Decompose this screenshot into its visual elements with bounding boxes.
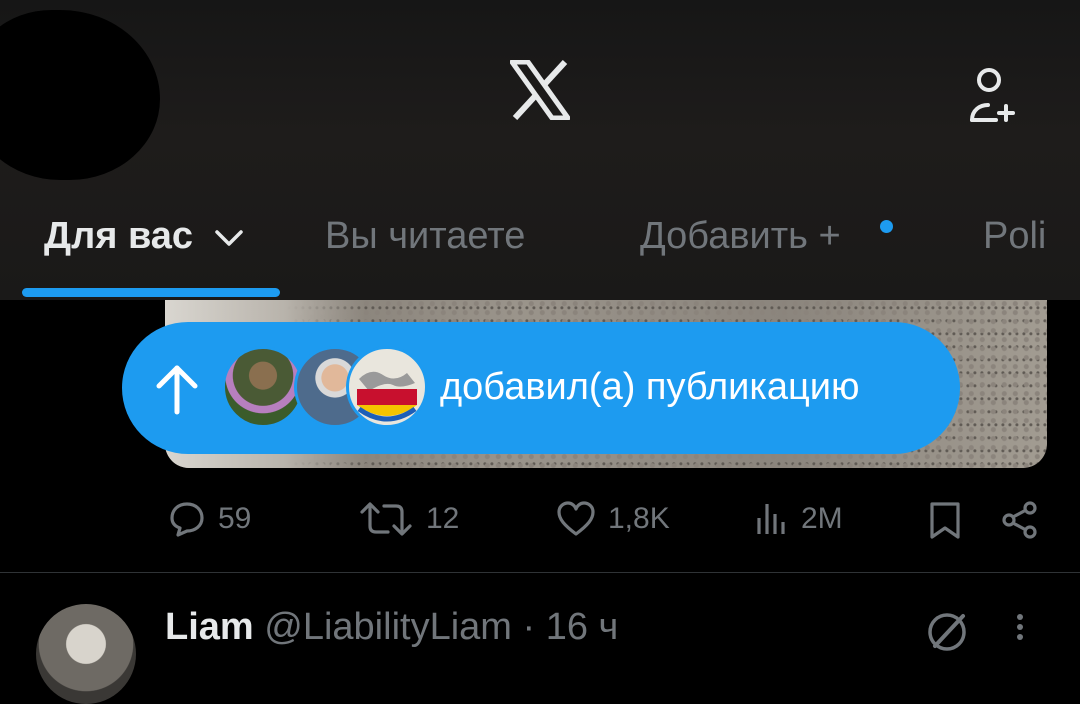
- like-button[interactable]: 1,8K: [556, 500, 670, 538]
- like-count: 1,8K: [608, 502, 670, 535]
- arrow-up-icon: [156, 365, 198, 415]
- tab-following-label: Вы читаете: [325, 215, 526, 257]
- chevron-down-icon[interactable]: [214, 229, 244, 247]
- share-icon: [1002, 501, 1037, 539]
- grok-icon[interactable]: [925, 610, 969, 654]
- new-posts-pill-text: добавил(а) публикацию: [440, 366, 860, 408]
- reply-icon: [170, 502, 204, 537]
- redacted-profile-avatar[interactable]: [0, 10, 160, 180]
- bookmark-button[interactable]: [928, 500, 974, 540]
- views-button[interactable]: 2M: [755, 500, 843, 538]
- post-divider: [0, 572, 1080, 573]
- bookmark-icon: [930, 502, 960, 539]
- avatar-cat: [222, 346, 304, 428]
- reply-count: 59: [218, 502, 252, 535]
- repost-icon: [360, 502, 412, 536]
- tab-add[interactable]: Добавить +: [640, 215, 841, 258]
- tab-for-you[interactable]: Для вас: [44, 215, 244, 258]
- share-button[interactable]: [1000, 500, 1052, 540]
- repost-count: 12: [426, 502, 460, 535]
- globe-badge-icon: [351, 351, 423, 423]
- views-count: 2M: [801, 502, 843, 535]
- next-post-separator: ·: [511, 606, 546, 648]
- tab-poli-label: Poli: [983, 215, 1047, 257]
- avatar-amk-mapping: [346, 346, 428, 428]
- post-actions-bar: 59 12 1,8K 2M: [0, 490, 1080, 550]
- timeline-tabs: Для вас Вы читаете Добавить + Poli: [0, 205, 1080, 295]
- new-indicator-dot: [880, 220, 893, 233]
- active-tab-indicator: [22, 288, 280, 297]
- reply-button[interactable]: 59: [168, 500, 251, 538]
- tab-poli[interactable]: Poli: [983, 215, 1046, 258]
- tab-following[interactable]: Вы читаете: [325, 215, 525, 258]
- next-post-header: Liam @LiabilityLiam · 16 ч: [165, 606, 618, 649]
- heart-icon: [557, 501, 595, 536]
- x-logo-icon[interactable]: [509, 59, 571, 121]
- views-icon: [757, 504, 785, 534]
- next-post-author-name[interactable]: Liam: [165, 606, 254, 648]
- repost-button[interactable]: 12: [358, 500, 459, 538]
- next-post-avatar[interactable]: [36, 604, 136, 704]
- tab-for-you-label: Для вас: [44, 215, 194, 257]
- next-post-handle[interactable]: @LiabilityLiam: [264, 606, 512, 648]
- person-head-icon: [977, 68, 1001, 92]
- tab-add-label: Добавить +: [640, 215, 841, 257]
- next-post-time: 16 ч: [545, 606, 619, 648]
